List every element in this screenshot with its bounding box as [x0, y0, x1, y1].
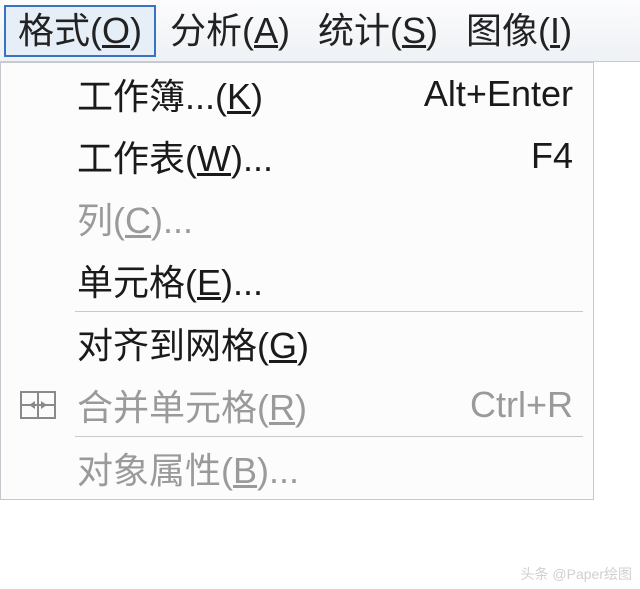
label-mnemonic: C	[125, 200, 151, 241]
menubar-mnemonic: A	[254, 10, 278, 51]
format-dropdown-menu: 工作簿...(K)Alt+Enter工作表(W)...F4列(C)...单元格(…	[0, 62, 594, 500]
menubar-label-post: )	[560, 10, 572, 51]
watermark: 头条 @Paper绘图	[521, 564, 632, 584]
label-post: )	[295, 387, 307, 428]
label-post: )...	[221, 262, 263, 303]
label-pre: 对齐到网格(	[77, 325, 269, 366]
label-post: )...	[231, 138, 273, 179]
menubar-item-s[interactable]: 统计(S)	[304, 5, 452, 57]
label-post: )...	[257, 450, 299, 491]
menubar-label-pre: 统计(	[318, 10, 402, 51]
menu-item-label: 对齐到网格(G)	[75, 317, 573, 369]
label-mnemonic: K	[227, 76, 251, 117]
menubar-label-pre: 图像(	[466, 10, 550, 51]
menu-item-e[interactable]: 单元格(E)...	[1, 249, 593, 311]
label-post: )	[297, 325, 309, 366]
label-pre: 单元格(	[77, 262, 197, 303]
menu-item-gutter	[1, 385, 75, 425]
menubar: 格式(O)分析(A)统计(S)图像(I)	[0, 0, 640, 62]
menubar-label-pre: 分析(	[170, 10, 254, 51]
menu-item-w[interactable]: 工作表(W)...F4	[1, 125, 593, 187]
menubar-item-a[interactable]: 分析(A)	[156, 5, 304, 57]
menu-item-shortcut: Alt+Enter	[424, 73, 593, 115]
menu-item-k[interactable]: 工作簿...(K)Alt+Enter	[1, 63, 593, 125]
label-mnemonic: E	[197, 262, 221, 303]
menu-item-c: 列(C)...	[1, 187, 593, 249]
label-post: )...	[151, 200, 193, 241]
menu-item-b: 对象属性(B)...	[1, 437, 593, 499]
label-pre: 工作表(	[77, 138, 197, 179]
merge-cells-icon	[18, 385, 58, 425]
menu-item-label: 合并单元格(R)	[75, 379, 470, 431]
label-pre: 对象属性(	[77, 450, 233, 491]
menu-item-shortcut: Ctrl+R	[470, 384, 593, 426]
label-mnemonic: W	[197, 138, 231, 179]
label-pre: 合并单元格(	[77, 387, 269, 428]
menubar-item-o[interactable]: 格式(O)	[4, 5, 156, 57]
menubar-label-pre: 格式(	[18, 10, 102, 51]
label-pre: 工作簿...(	[77, 76, 227, 117]
menubar-item-i[interactable]: 图像(I)	[452, 5, 586, 57]
menu-item-label: 对象属性(B)...	[75, 442, 573, 494]
menubar-label-post: )	[130, 10, 142, 51]
label-pre: 列(	[77, 200, 125, 241]
menubar-label-post: )	[426, 10, 438, 51]
menu-item-r: 合并单元格(R)Ctrl+R	[1, 374, 593, 436]
menubar-label-post: )	[278, 10, 290, 51]
label-mnemonic: G	[269, 325, 297, 366]
menu-item-label: 工作簿...(K)	[75, 68, 424, 120]
menu-item-g[interactable]: 对齐到网格(G)	[1, 312, 593, 374]
menu-item-label: 工作表(W)...	[75, 130, 531, 182]
label-mnemonic: B	[233, 450, 257, 491]
menu-item-shortcut: F4	[531, 135, 593, 177]
menubar-mnemonic: O	[102, 10, 130, 51]
menu-item-label: 单元格(E)...	[75, 254, 573, 306]
menubar-mnemonic: I	[550, 10, 560, 51]
label-mnemonic: R	[269, 387, 295, 428]
menubar-mnemonic: S	[402, 10, 426, 51]
menu-item-label: 列(C)...	[75, 192, 573, 244]
label-post: )	[251, 76, 263, 117]
